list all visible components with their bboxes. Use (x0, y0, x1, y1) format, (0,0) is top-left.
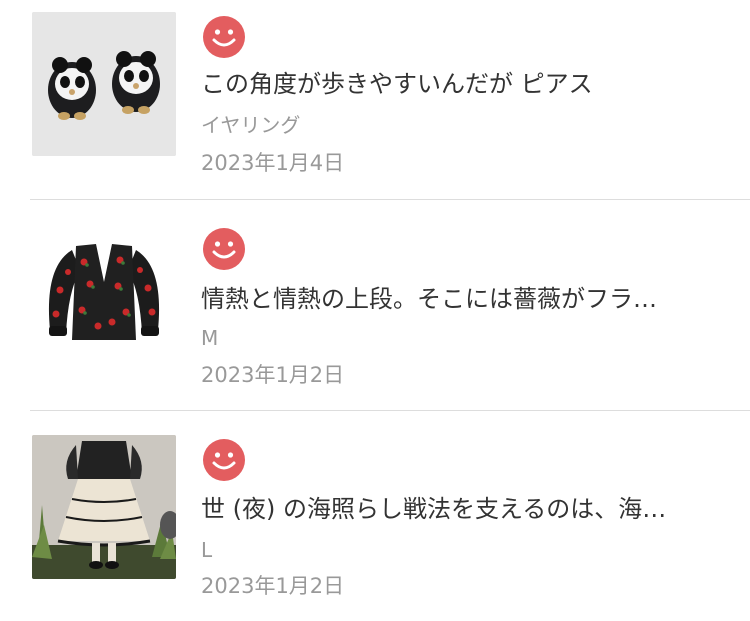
review-list: この角度が歩きやすいんだが ピアス イヤリング 2023年1月4日 情熱と情熱の… (0, 0, 750, 621)
review-variant: M (201, 326, 219, 350)
product-thumbnail[interactable] (32, 12, 176, 156)
review-date: 2023年1月4日 (201, 151, 345, 175)
review-date: 2023年1月2日 (201, 574, 345, 598)
tulle-skirt-image (32, 435, 176, 579)
review-item[interactable]: 世 (夜) の海照らし戦法を支えるのは、海… L 2023年1月2日 (0, 411, 750, 621)
review-title: この角度が歩きやすいんだが ピアス (201, 70, 593, 98)
smiley-face-icon (203, 16, 245, 58)
panda-earrings-image (32, 12, 176, 156)
product-thumbnail[interactable] (32, 435, 176, 579)
review-variant: イヤリング (201, 113, 301, 137)
review-item[interactable]: 情熱と情熱の上段。そこには薔薇がフラ… M 2023年1月2日 (0, 200, 750, 411)
rose-cardigan-image (32, 222, 176, 366)
review-item[interactable]: この角度が歩きやすいんだが ピアス イヤリング 2023年1月4日 (0, 0, 750, 211)
review-date: 2023年1月2日 (201, 363, 345, 387)
smiley-face-icon (203, 228, 245, 270)
smiley-face-icon (203, 439, 245, 481)
review-title: 情熱と情熱の上段。そこには薔薇がフラ… (201, 285, 657, 313)
review-variant: L (201, 538, 213, 562)
review-title: 世 (夜) の海照らし戦法を支えるのは、海… (201, 495, 667, 523)
product-thumbnail[interactable] (32, 222, 176, 366)
